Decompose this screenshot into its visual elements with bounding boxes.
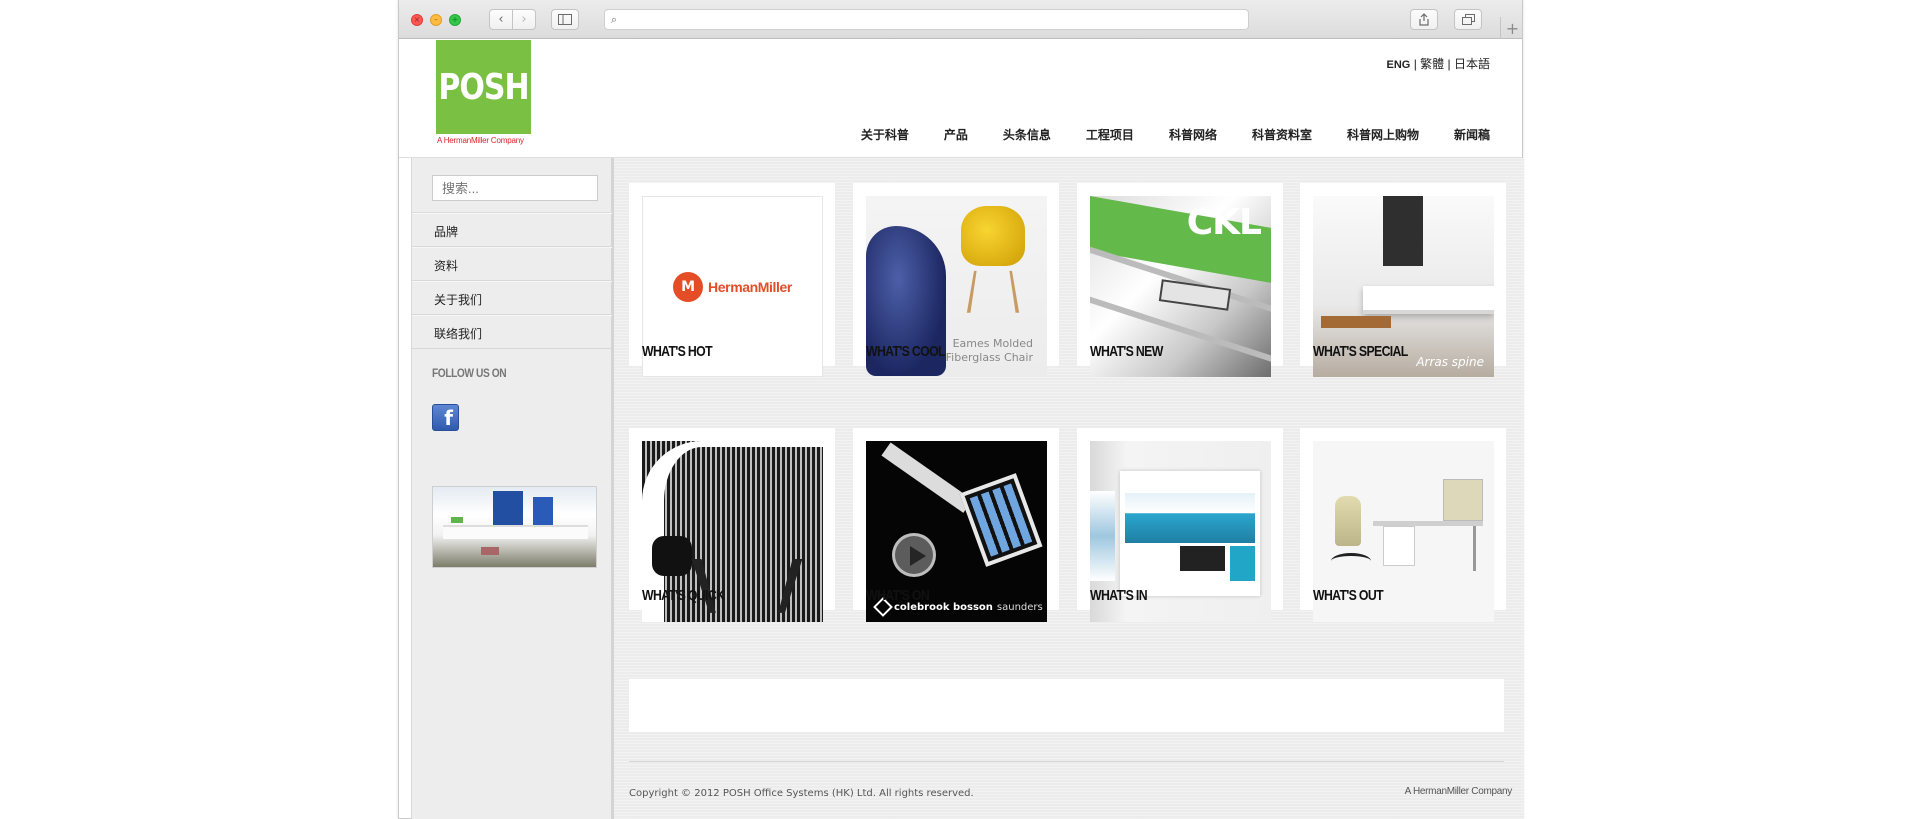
content-banner-area: [629, 679, 1504, 732]
sidebar-item-about-us[interactable]: 关于我们: [412, 281, 612, 315]
fullscreen-window-button[interactable]: +: [449, 14, 461, 26]
fullscreen-icon: +: [451, 15, 459, 24]
minimize-icon: –: [434, 15, 438, 24]
nav-headlines[interactable]: 头条信息: [1003, 126, 1051, 143]
close-window-button[interactable]: ×: [411, 14, 423, 26]
copyright-text: Copyright © 2012 POSH Office Systems (HK…: [629, 788, 974, 799]
nav-library[interactable]: 科普资料室: [1252, 126, 1312, 143]
address-bar[interactable]: ⌕: [604, 9, 1249, 30]
lang-eng[interactable]: ENG: [1387, 59, 1411, 71]
nav-network[interactable]: 科普网络: [1169, 126, 1217, 143]
tile-label: WHAT'S SPECIAL: [1313, 343, 1408, 360]
play-icon[interactable]: [892, 533, 936, 577]
main-nav: 关于科普 产品 头条信息 工程项目 科普网络 科普资料室 科普网上购物 新闻稿: [826, 126, 1490, 143]
herman-miller-wordmark: HermanMiller: [708, 278, 792, 295]
chevron-right-icon: ›: [521, 12, 527, 27]
image-caption: Eames Molded Fiberglass Chair: [945, 337, 1033, 364]
posh-logo[interactable]: POSH: [436, 40, 531, 134]
browser-toolbar: × – + ‹ › ⌕ +: [399, 0, 1522, 39]
follow-us-label: FOLLOW US ON: [432, 366, 507, 380]
tile-label: WHAT'S IN: [1090, 587, 1148, 604]
language-switcher: ENG | 繁體 | 日本語: [1387, 55, 1490, 72]
tile-whats-new[interactable]: CKL WHAT'S NEW: [1077, 183, 1283, 377]
tile-label: WHAT'S QUICK: [642, 587, 725, 604]
nav-projects[interactable]: 工程项目: [1086, 126, 1134, 143]
facebook-icon[interactable]: f: [432, 404, 459, 431]
tile-label: WHAT'S HOT: [642, 343, 713, 360]
herman-miller-icon: M: [673, 271, 704, 302]
tile-label: WHAT'S NEW: [1090, 343, 1163, 360]
footer-divider: [629, 761, 1504, 762]
search-icon: ⌕: [611, 13, 618, 26]
plus-icon: +: [1505, 18, 1520, 38]
chevron-left-icon: ‹: [498, 12, 504, 27]
browser-window: × – + ‹ › ⌕ + POSH A HermanMiller Compan…: [398, 0, 1524, 819]
search-input[interactable]: [432, 175, 598, 201]
new-tab-button[interactable]: +: [1500, 17, 1524, 39]
tile-whats-on[interactable]: colebrook bosson saunders WHAT'S ON: [853, 428, 1059, 622]
close-icon: ×: [413, 15, 421, 24]
sidebar-item-brands[interactable]: 品牌: [412, 213, 612, 247]
web-page: POSH A HermanMiller Company ENG | 繁體 | 日…: [399, 40, 1524, 819]
tile-label: WHAT'S ON: [866, 587, 930, 604]
sidebar-icon: [558, 14, 572, 25]
sidebar-menu: 品牌 资料 关于我们 联络我们: [412, 212, 612, 349]
sidebar: 品牌 资料 关于我们 联络我们 FOLLOW US ON f: [411, 158, 614, 819]
main-content: M HermanMiller WHAT'S HOT Eames Molded F…: [614, 158, 1524, 819]
forward-button[interactable]: ›: [512, 9, 536, 30]
footer-company-logo[interactable]: A HermanMiller Company: [1405, 786, 1513, 797]
lang-traditional-chinese[interactable]: 繁體: [1420, 57, 1444, 71]
nav-online-shop[interactable]: 科普网上购物: [1347, 126, 1419, 143]
nav-about[interactable]: 关于科普: [861, 126, 909, 143]
logo-text: POSH: [438, 66, 529, 108]
minimize-window-button[interactable]: –: [430, 14, 442, 26]
ckl-text: CKL: [1186, 202, 1262, 243]
tile-whats-special[interactable]: Arras spine WHAT'S SPECIAL: [1300, 183, 1506, 377]
nav-products[interactable]: 产品: [944, 126, 968, 143]
tile-label: WHAT'S OUT: [1313, 587, 1384, 604]
site-header: POSH A HermanMiller Company ENG | 繁體 | 日…: [399, 40, 1522, 158]
tile-whats-in[interactable]: WHAT'S IN: [1077, 428, 1283, 622]
sidebar-item-resources[interactable]: 资料: [412, 247, 612, 281]
tabs-icon: [1461, 14, 1475, 25]
tile-whats-out[interactable]: WHAT'S OUT: [1300, 428, 1506, 622]
sidebar-item-contact-us[interactable]: 联络我们: [412, 315, 612, 349]
share-button[interactable]: [1410, 9, 1438, 30]
share-icon: [1419, 13, 1429, 26]
nav-press-releases[interactable]: 新闻稿: [1454, 126, 1490, 143]
logo-subtitle: A HermanMiller Company: [437, 136, 524, 145]
office-thumbnail[interactable]: [432, 486, 597, 568]
sidebar-toggle-button[interactable]: [551, 9, 579, 30]
tile-whats-quick[interactable]: WHAT'S QUICK: [629, 428, 835, 622]
tile-whats-cool[interactable]: Eames Molded Fiberglass Chair WHAT'S COO…: [853, 183, 1059, 377]
image-caption: Arras spine: [1416, 355, 1484, 369]
tile-label: WHAT'S COOL: [866, 343, 946, 360]
lang-japanese[interactable]: 日本語: [1454, 57, 1490, 71]
tabs-overview-button[interactable]: [1454, 9, 1482, 30]
tile-whats-hot[interactable]: M HermanMiller WHAT'S HOT: [629, 183, 835, 377]
back-button[interactable]: ‹: [489, 9, 513, 30]
